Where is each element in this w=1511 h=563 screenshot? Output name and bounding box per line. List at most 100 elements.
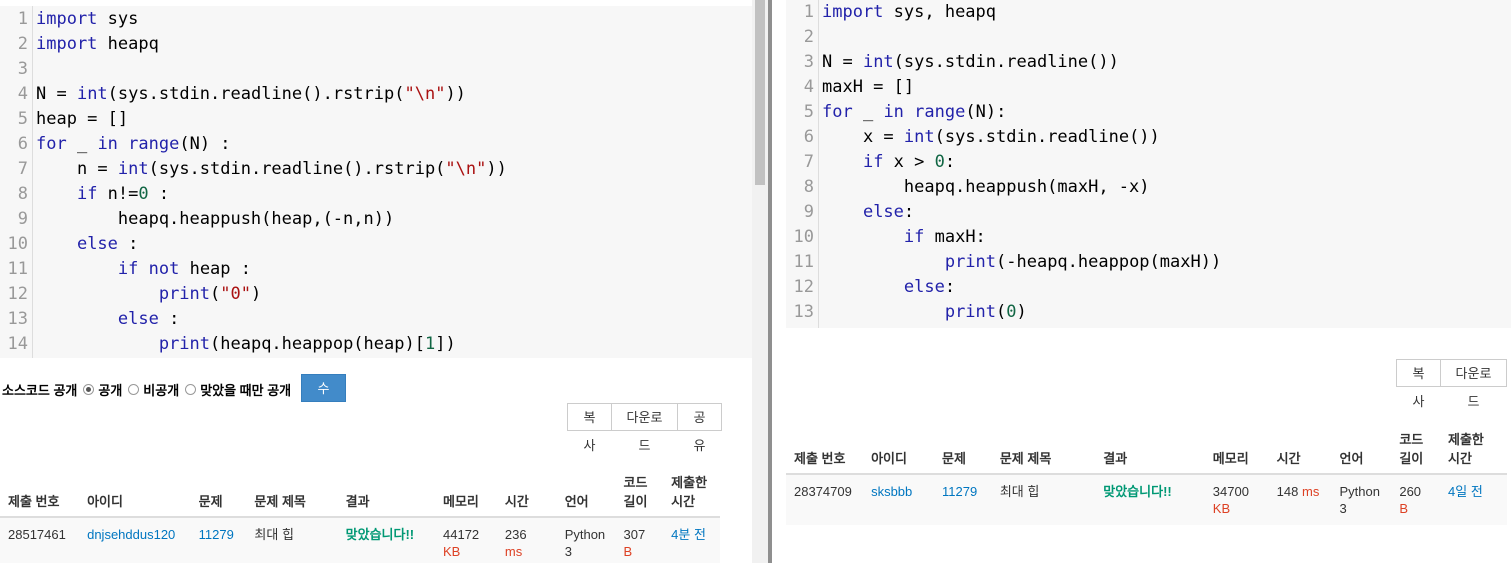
code-length-value: 307 bbox=[623, 527, 646, 542]
line-number: 8 bbox=[17, 184, 28, 204]
copy-button[interactable]: 복사 bbox=[567, 403, 612, 453]
problem-link[interactable]: 11279 bbox=[199, 527, 234, 542]
code-text: if n!=0 : bbox=[76, 184, 170, 204]
code-text: if not heap : bbox=[117, 259, 251, 279]
line-number: 13 bbox=[793, 302, 814, 322]
col-language: 언어 bbox=[1331, 423, 1392, 475]
left-pane: 1 import sys 2 import heapq 3 4 N = int(sys.st… bbox=[0, 0, 752, 563]
download-button[interactable]: 다운로드 bbox=[1440, 359, 1507, 409]
line-number: 4 bbox=[17, 84, 28, 104]
submission-id: 28517461 bbox=[0, 517, 80, 563]
col-problem-title: 문제 제목 bbox=[246, 466, 338, 518]
line-number: 3 bbox=[803, 52, 814, 72]
code-length-unit: B bbox=[1399, 501, 1409, 516]
submission-id: 28374709 bbox=[786, 474, 864, 525]
line-number: 9 bbox=[803, 202, 814, 222]
col-result: 결과 bbox=[1095, 423, 1205, 475]
time-value: 236 bbox=[504, 527, 527, 542]
problem-title: 최대 힙 bbox=[246, 517, 338, 563]
table-row: 28374709 sksbbb 11279 최대 힙 맞았습니다!! 34700… bbox=[786, 474, 1507, 525]
line-number: 1 bbox=[803, 2, 814, 22]
code-text: for _ in range(N) : bbox=[36, 134, 231, 154]
line-number: 2 bbox=[17, 34, 28, 54]
code-text: heap = [] bbox=[36, 109, 129, 129]
col-problem-title: 문제 제목 bbox=[991, 423, 1096, 475]
code-text: else : bbox=[76, 234, 139, 254]
code-text: N = int(sys.stdin.readline()) bbox=[822, 52, 1119, 72]
table-row: 28517461 dnjsehddus120 11279 최대 힙 맞았습니다!… bbox=[0, 517, 720, 563]
col-submission-id: 제출 번호 bbox=[0, 466, 80, 518]
code-text: print(0) bbox=[944, 302, 1027, 322]
source-visibility-row: 소스코드 공개 공개 비공개 맞았을 때만 공개 bbox=[2, 376, 291, 402]
time-unit: ms bbox=[504, 544, 523, 559]
col-language: 언어 bbox=[556, 466, 616, 518]
line-number: 1 bbox=[17, 9, 28, 29]
submitted-time-link[interactable]: 4분 전 bbox=[671, 527, 706, 542]
right-pane: 1 import sys, heapq 2 3 N = int(sys.stdin.re… bbox=[772, 0, 1511, 563]
code-text: else : bbox=[117, 309, 180, 329]
result-status: 맞았습니다!! bbox=[345, 527, 415, 542]
language: Python 3 bbox=[556, 517, 616, 563]
share-button[interactable]: 공유 bbox=[677, 403, 722, 453]
memory-unit: KB bbox=[443, 544, 461, 559]
line-number: 5 bbox=[17, 109, 28, 129]
line-number: 14 bbox=[7, 334, 28, 354]
visibility-accepted-only-label: 맞았을 때만 공개 bbox=[200, 382, 292, 398]
line-number: 3 bbox=[17, 59, 28, 79]
code-text: if x > 0: bbox=[862, 152, 956, 172]
line-number: 6 bbox=[17, 134, 28, 154]
col-submitted-time: 제출한 시간 bbox=[663, 466, 720, 518]
code-text: heapq.heappush(maxH, -x) bbox=[822, 177, 1150, 197]
vertical-scrollbar[interactable] bbox=[752, 0, 768, 563]
update-visibility-button[interactable]: 수정 bbox=[301, 374, 346, 424]
line-number: 11 bbox=[7, 259, 28, 279]
problem-link[interactable]: 11279 bbox=[942, 484, 977, 499]
line-number: 10 bbox=[7, 234, 28, 254]
line-number: 8 bbox=[803, 177, 814, 197]
submission-table: 제출 번호 아이디 문제 문제 제목 결과 메모리 시간 언어 코드 길이 제출… bbox=[786, 423, 1507, 525]
col-problem: 문제 bbox=[934, 423, 992, 475]
user-link[interactable]: sksbbb bbox=[871, 484, 912, 499]
scrollbar-thumb[interactable] bbox=[755, 0, 765, 185]
code-length-value: 260 bbox=[1399, 484, 1422, 499]
col-time: 시간 bbox=[1268, 423, 1332, 475]
visibility-private-label: 비공개 bbox=[143, 382, 180, 398]
col-user-id: 아이디 bbox=[863, 423, 935, 475]
result-status: 맞았습니다!! bbox=[1103, 484, 1172, 499]
source-code-editor[interactable]: 1 import sys, heapq 2 3 N = int(sys.stdin.re… bbox=[786, 0, 1511, 328]
visibility-accepted-only-radio[interactable] bbox=[185, 383, 197, 395]
source-code-editor[interactable]: 1 import sys 2 import heapq 3 4 N = int(sys.st… bbox=[0, 6, 752, 358]
submitted-time-link[interactable]: 4일 전 bbox=[1448, 484, 1483, 499]
visibility-private-radio[interactable] bbox=[128, 383, 140, 395]
time-value: 148 bbox=[1276, 484, 1299, 499]
col-user-id: 아이디 bbox=[79, 466, 191, 518]
col-memory: 메모리 bbox=[435, 466, 497, 518]
code-text: import heapq bbox=[36, 34, 159, 54]
code-text: import sys, heapq bbox=[822, 2, 997, 22]
language: Python 3 bbox=[1331, 474, 1392, 525]
table-header-row: 제출 번호 아이디 문제 문제 제목 결과 메모리 시간 언어 코드 길이 제출… bbox=[786, 423, 1507, 475]
code-text: x = int(sys.stdin.readline()) bbox=[822, 127, 1160, 147]
code-text: n = int(sys.stdin.readline().rstrip("\n"… bbox=[36, 159, 507, 179]
line-number: 2 bbox=[803, 27, 814, 47]
line-number: 5 bbox=[803, 102, 814, 122]
copy-button[interactable]: 복사 bbox=[1396, 359, 1441, 409]
col-submitted-time: 제출한 시간 bbox=[1440, 423, 1507, 475]
col-result: 결과 bbox=[337, 466, 436, 518]
line-number: 12 bbox=[793, 277, 814, 297]
code-text: import sys bbox=[36, 9, 139, 29]
col-problem: 문제 bbox=[190, 466, 247, 518]
line-number: 6 bbox=[803, 127, 814, 147]
code-length-unit: B bbox=[623, 544, 633, 559]
code-text: else: bbox=[903, 277, 956, 297]
code-text: print(heapq.heappop(heap)[1]) bbox=[158, 334, 456, 354]
problem-title: 최대 힙 bbox=[991, 474, 1096, 525]
user-link[interactable]: dnjsehddus120 bbox=[87, 527, 175, 542]
line-number: 12 bbox=[7, 284, 28, 304]
visibility-public-radio[interactable] bbox=[83, 383, 95, 395]
code-text: print("0") bbox=[158, 284, 262, 304]
memory-value: 44172 bbox=[443, 527, 480, 542]
code-text: else: bbox=[862, 202, 915, 222]
download-button[interactable]: 다운로드 bbox=[611, 403, 678, 453]
code-text: for _ in range(N): bbox=[822, 102, 1007, 122]
